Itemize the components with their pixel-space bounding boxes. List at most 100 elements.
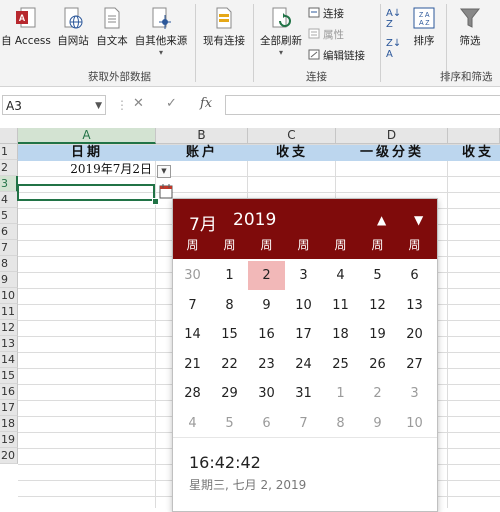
- day-cell[interactable]: 19: [359, 320, 396, 349]
- day-cell[interactable]: 7: [285, 409, 322, 438]
- active-cell-selection[interactable]: [17, 184, 155, 201]
- cell-a1[interactable]: 日期: [18, 145, 156, 161]
- fill-handle[interactable]: [152, 198, 159, 205]
- day-cell[interactable]: 13: [396, 291, 433, 320]
- day-cell[interactable]: 15: [211, 320, 248, 349]
- sort-button[interactable]: Z AA Z 排序: [409, 6, 439, 48]
- day-cell[interactable]: 4: [174, 409, 211, 438]
- cell-d1[interactable]: 一级分类: [336, 145, 448, 161]
- day-cell[interactable]: 2: [359, 379, 396, 408]
- day-cell[interactable]: 12: [359, 291, 396, 320]
- cell-dropdown-button[interactable]: ▼: [157, 165, 171, 178]
- calendar-icon[interactable]: [159, 183, 173, 199]
- day-cell[interactable]: 10: [396, 409, 433, 438]
- from-other-sources-button[interactable]: 自其他来源 ▾: [131, 6, 191, 57]
- year-label[interactable]: 2019: [233, 210, 276, 230]
- day-cell[interactable]: 5: [359, 261, 396, 290]
- day-cell[interactable]: 18: [322, 320, 359, 349]
- row-header-13[interactable]: 13: [0, 336, 18, 352]
- day-cell[interactable]: 16: [248, 320, 285, 349]
- day-cell[interactable]: 6: [248, 409, 285, 438]
- row-header-8[interactable]: 8: [0, 256, 18, 272]
- sort-descending-button[interactable]: Z↓ A: [386, 38, 401, 60]
- chevron-down-icon[interactable]: ▼: [95, 96, 102, 116]
- day-cell[interactable]: 5: [211, 409, 248, 438]
- connections-button[interactable]: 连接: [308, 6, 344, 21]
- row-header-14[interactable]: 14: [0, 352, 18, 368]
- row-header-11[interactable]: 11: [0, 304, 18, 320]
- day-cell[interactable]: 22: [211, 350, 248, 379]
- insert-function-icon[interactable]: fx: [200, 96, 212, 111]
- day-cell[interactable]: 29: [211, 379, 248, 408]
- row-header-9[interactable]: 9: [0, 272, 18, 288]
- next-month-icon[interactable]: ▼: [414, 213, 423, 227]
- day-cell[interactable]: 1: [211, 261, 248, 290]
- day-cell[interactable]: 2: [248, 261, 285, 290]
- from-web-button[interactable]: 自网站: [55, 6, 91, 48]
- row-header-7[interactable]: 7: [0, 240, 18, 256]
- column-header-c[interactable]: C: [248, 128, 336, 144]
- day-cell[interactable]: 27: [396, 350, 433, 379]
- from-access-button[interactable]: A 自 Access: [0, 6, 52, 48]
- day-cell[interactable]: 20: [396, 320, 433, 349]
- row-header-15[interactable]: 15: [0, 368, 18, 384]
- day-cell[interactable]: 9: [248, 291, 285, 320]
- formula-bar-grip[interactable]: ⋮: [116, 98, 128, 112]
- day-cell[interactable]: 17: [285, 320, 322, 349]
- day-cell[interactable]: 31: [285, 379, 322, 408]
- day-cell[interactable]: 14: [174, 320, 211, 349]
- day-cell[interactable]: 21: [174, 350, 211, 379]
- column-header-b[interactable]: B: [156, 128, 248, 144]
- date-picker[interactable]: 7月 2019 ▲ ▼ 周周周周周周周 30 1 2 3 4 5 6 7 8 9 10 11 12 13 1…: [172, 198, 438, 512]
- from-text-button[interactable]: 自文本: [94, 6, 130, 48]
- row-header-2[interactable]: 2: [0, 160, 18, 176]
- day-cell[interactable]: 6: [396, 261, 433, 290]
- sort-ascending-button[interactable]: A↓ Z: [386, 8, 401, 30]
- day-cell[interactable]: 23: [248, 350, 285, 379]
- day-cell[interactable]: 30: [174, 261, 211, 290]
- row-header-17[interactable]: 17: [0, 400, 18, 416]
- name-box[interactable]: A3 ▼: [2, 95, 106, 115]
- refresh-all-button[interactable]: 全部刷新 ▾: [256, 6, 306, 57]
- day-cell[interactable]: 1: [322, 379, 359, 408]
- formula-input[interactable]: [225, 95, 500, 115]
- day-cell[interactable]: 8: [322, 409, 359, 438]
- row-header-12[interactable]: 12: [0, 320, 18, 336]
- column-header-a[interactable]: A: [18, 128, 156, 144]
- row-header-16[interactable]: 16: [0, 384, 18, 400]
- day-cell[interactable]: 7: [174, 291, 211, 320]
- day-cell[interactable]: 3: [285, 261, 322, 290]
- edit-links-button[interactable]: 编辑链接: [308, 48, 365, 63]
- row-header-4[interactable]: 4: [0, 192, 18, 208]
- month-label[interactable]: 7月: [189, 210, 217, 235]
- properties-button[interactable]: 属性: [308, 27, 344, 42]
- existing-connections-button[interactable]: 现有连接: [198, 6, 250, 48]
- day-cell[interactable]: 10: [285, 291, 322, 320]
- row-header-1[interactable]: 1: [0, 144, 18, 160]
- day-cell[interactable]: 25: [322, 350, 359, 379]
- row-header-20[interactable]: 20: [0, 448, 18, 464]
- row-header-10[interactable]: 10: [0, 288, 18, 304]
- cancel-icon[interactable]: ✕: [133, 96, 144, 111]
- cell-e1[interactable]: 收支: [448, 145, 500, 161]
- row-header-6[interactable]: 6: [0, 224, 18, 240]
- day-cell[interactable]: 26: [359, 350, 396, 379]
- row-header-3[interactable]: 3: [0, 176, 18, 192]
- column-header-d[interactable]: D: [336, 128, 448, 144]
- previous-month-icon[interactable]: ▲: [377, 213, 386, 227]
- column-header-e[interactable]: [448, 128, 500, 144]
- enter-icon[interactable]: ✓: [166, 96, 177, 111]
- row-header-5[interactable]: 5: [0, 208, 18, 224]
- cell-c1[interactable]: 收支: [248, 145, 336, 161]
- cell-a2[interactable]: 2019年7月2日: [20, 161, 152, 177]
- day-cell[interactable]: 11: [322, 291, 359, 320]
- day-cell[interactable]: 3: [396, 379, 433, 408]
- day-cell[interactable]: 9: [359, 409, 396, 438]
- day-cell[interactable]: 30: [248, 379, 285, 408]
- select-all-corner[interactable]: [0, 128, 18, 144]
- cell-b1[interactable]: 账户: [156, 145, 248, 161]
- day-cell[interactable]: 8: [211, 291, 248, 320]
- day-cell[interactable]: 24: [285, 350, 322, 379]
- day-cell[interactable]: 28: [174, 379, 211, 408]
- row-header-18[interactable]: 18: [0, 416, 18, 432]
